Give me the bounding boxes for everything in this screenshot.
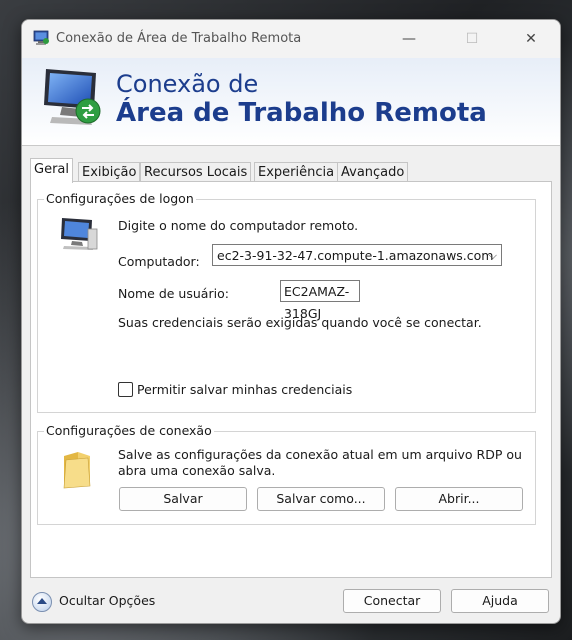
username-field[interactable]: EC2AMAZ-318GJ xyxy=(280,280,360,321)
tab-exibicao[interactable]: Exibição xyxy=(78,162,141,182)
remote-desktop-monitor-icon xyxy=(44,69,101,125)
chevron-up-circle-icon[interactable] xyxy=(32,592,52,612)
logon-settings-group: Configurações de logon Digite o nome do … xyxy=(37,191,536,413)
logon-group-label: Configurações de logon xyxy=(44,191,196,206)
tab-panel-geral: Configurações de logon Digite o nome do … xyxy=(30,181,552,578)
banner-title-line1: Conexão de xyxy=(116,70,259,98)
open-button[interactable]: Abrir... xyxy=(395,487,523,511)
banner: Conexão de Área de Trabalho Remota xyxy=(22,58,560,146)
connect-button[interactable]: Conectar xyxy=(343,589,441,613)
logon-intro-text: Digite o nome do computador remoto. xyxy=(118,218,359,233)
computer-combobox[interactable]: ec2-3-91-32-47.compute-1.amazonaws.com ⌵ xyxy=(212,244,502,266)
minimize-button[interactable]: — xyxy=(386,20,432,58)
computer-value: ec2-3-91-32-47.compute-1.amazonaws.com xyxy=(217,248,494,263)
rdp-window: Conexão de Área de Trabalho Remota — ☐ ✕… xyxy=(21,19,561,624)
hide-options-link[interactable]: Ocultar Opções xyxy=(59,593,155,608)
close-button[interactable]: ✕ xyxy=(508,20,554,58)
chevron-down-icon[interactable]: ⌵ xyxy=(489,245,497,267)
banner-title-line2: Área de Trabalho Remota xyxy=(116,98,487,128)
username-label: Nome de usuário: xyxy=(118,286,229,301)
tab-geral[interactable]: Geral xyxy=(30,158,73,183)
connection-group-label: Configurações de conexão xyxy=(44,423,214,438)
footer-bar: Ocultar Opções Conectar Ajuda xyxy=(22,580,560,623)
save-credentials-checkbox[interactable] xyxy=(118,382,133,397)
tab-experiencia[interactable]: Experiência xyxy=(254,162,339,182)
connection-description-line1: Salve as configurações da conexão atual … xyxy=(118,447,522,462)
window-title: Conexão de Área de Trabalho Remota xyxy=(56,31,302,46)
tab-recursos-locais[interactable]: Recursos Locais xyxy=(140,162,252,182)
tab-avancado[interactable]: Avançado xyxy=(337,162,409,182)
connection-settings-group: Configurações de conexão Salve as config… xyxy=(37,423,536,525)
folder-icon xyxy=(63,452,91,489)
save-as-button[interactable]: Salvar como... xyxy=(257,487,385,511)
credentials-note: Suas credenciais serão exigidas quando v… xyxy=(118,315,482,330)
save-credentials-label[interactable]: Permitir salvar minhas credenciais xyxy=(137,382,352,397)
computer-label: Computador: xyxy=(118,254,200,269)
title-bar[interactable]: Conexão de Área de Trabalho Remota — ☐ ✕ xyxy=(22,20,560,58)
connection-description-line2: abra uma conexão salva. xyxy=(118,463,276,478)
help-button[interactable]: Ajuda xyxy=(451,589,549,613)
remote-desktop-icon xyxy=(33,30,49,45)
maximize-button[interactable]: ☐ xyxy=(449,20,495,58)
computer-icon xyxy=(61,218,98,250)
save-button[interactable]: Salvar xyxy=(119,487,247,511)
